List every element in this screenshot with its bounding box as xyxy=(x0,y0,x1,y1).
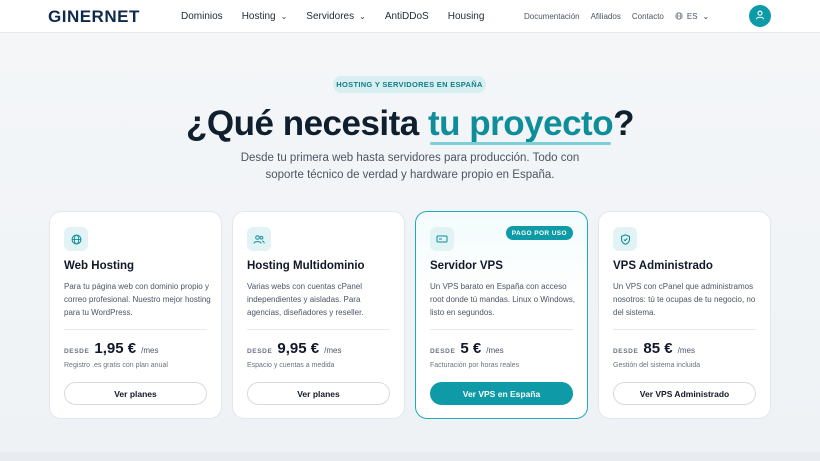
price-from-label: DESDE xyxy=(247,348,273,355)
card-title: Hosting Multidominio xyxy=(247,260,365,272)
price-row: DESDE 5 € /mes xyxy=(430,340,504,357)
card-title: VPS Administrado xyxy=(613,260,713,272)
utility-nav: Documentación Afiliados Contacto ES ⌄ xyxy=(524,0,720,33)
user-account-button[interactable] xyxy=(749,5,771,27)
nav-hosting[interactable]: Hosting ⌄ xyxy=(242,0,288,33)
link-contacto[interactable]: Contacto xyxy=(632,12,664,21)
nav-housing[interactable]: Housing xyxy=(448,0,485,33)
language-selector[interactable]: ES ⌄ xyxy=(675,11,710,22)
product-card-vps-administrado: VPS Administrado Un VPS con cPanel que a… xyxy=(598,211,771,419)
divider xyxy=(247,329,390,330)
chevron-down-icon: ⌄ xyxy=(359,12,366,21)
site-header: GINERNET Dominios Hosting ⌄ Servidores ⌄… xyxy=(0,0,820,33)
nav-servidores[interactable]: Servidores ⌄ xyxy=(306,0,366,33)
card-description: Un VPS barato en España con acceso root … xyxy=(430,282,575,317)
price-amount: 1,95 € xyxy=(94,340,137,357)
price-from-label: DESDE xyxy=(613,348,639,355)
price-row: DESDE 85 € /mes xyxy=(613,340,695,357)
pay-per-use-badge: PAGO POR USO xyxy=(505,226,573,240)
divider xyxy=(64,329,207,330)
card-description: Para tu página web con dominio propio y … xyxy=(64,282,211,317)
price-amount: 9,95 € xyxy=(277,340,320,357)
price-amount: 85 € xyxy=(643,340,673,357)
price-period: /mes xyxy=(141,346,159,355)
nav-label: AntiDDoS xyxy=(384,11,429,22)
users-icon xyxy=(247,227,271,251)
headline-prefix: ¿Qué necesita xyxy=(186,104,428,143)
logo[interactable]: GINERNET xyxy=(48,3,140,30)
product-card-web-hosting: Web Hosting Para tu página web con domin… xyxy=(49,211,222,419)
price-period: /mes xyxy=(677,346,695,355)
user-icon xyxy=(755,10,765,23)
divider xyxy=(430,329,573,330)
view-vps-button[interactable]: Ver VPS en España xyxy=(430,382,573,405)
card-title: Web Hosting xyxy=(64,260,135,272)
nav-dominios[interactable]: Dominios xyxy=(181,0,223,33)
headline-suffix: ? xyxy=(613,104,634,143)
server-icon xyxy=(430,227,454,251)
price-note: Facturación por horas reales xyxy=(430,362,520,369)
nav-label: Hosting xyxy=(241,11,276,22)
product-card-servidor-vps: PAGO POR USO Servidor VPS Un VPS barato … xyxy=(415,211,588,419)
card-title: Servidor VPS xyxy=(430,260,503,272)
shield-icon xyxy=(613,227,637,251)
price-amount: 5 € xyxy=(460,340,482,357)
globe-icon xyxy=(675,11,683,22)
hero-badge: HOSTING Y SERVIDORES EN ESPAÑA xyxy=(333,76,486,93)
price-from-label: DESDE xyxy=(430,348,456,355)
globe-icon xyxy=(64,227,88,251)
price-from-label: DESDE xyxy=(64,348,90,355)
headline-accent: tu proyecto xyxy=(428,104,614,143)
price-period: /mes xyxy=(486,346,504,355)
link-afiliados[interactable]: Afiliados xyxy=(591,12,621,21)
nav-label: Dominios xyxy=(181,11,223,22)
main-nav: Dominios Hosting ⌄ Servidores ⌄ AntiDDoS… xyxy=(181,0,503,33)
price-row: DESDE 1,95 € /mes xyxy=(64,340,158,357)
card-description: Varias webs con cuentas cPanel independi… xyxy=(247,282,364,317)
chevron-down-icon: ⌄ xyxy=(702,12,710,21)
price-note: Registro .es gratis con plan anual xyxy=(64,362,168,369)
nav-label: Servidores xyxy=(306,11,355,22)
price-period: /mes xyxy=(324,346,342,355)
link-documentacion[interactable]: Documentación xyxy=(524,12,580,21)
view-plans-button[interactable]: Ver planes xyxy=(247,382,390,405)
nav-antiddos[interactable]: AntiDDoS xyxy=(385,0,429,33)
logo-text: GINERNET xyxy=(48,6,140,26)
chevron-down-icon: ⌄ xyxy=(280,12,288,21)
price-note: Gestión del sistema incluida xyxy=(613,362,701,369)
view-plans-button[interactable]: Ver planes xyxy=(64,382,207,405)
language-code: ES xyxy=(686,12,698,21)
product-card-hosting-multidominio: Hosting Multidominio Varias webs con cue… xyxy=(232,211,405,419)
section-divider xyxy=(0,452,820,461)
nav-label: Housing xyxy=(447,11,485,22)
hero-subtitle: Desde tu primera web hasta servidores pa… xyxy=(240,152,580,181)
price-note: Espacio y cuentas a medida xyxy=(247,362,335,369)
divider xyxy=(613,329,756,330)
view-vps-administrado-button[interactable]: Ver VPS Administrado xyxy=(613,382,756,405)
card-description: Un VPS con cPanel que administramos noso… xyxy=(613,282,756,317)
hero-headline: ¿Qué necesita tu proyecto? xyxy=(0,104,820,144)
price-row: DESDE 9,95 € /mes xyxy=(247,340,341,357)
